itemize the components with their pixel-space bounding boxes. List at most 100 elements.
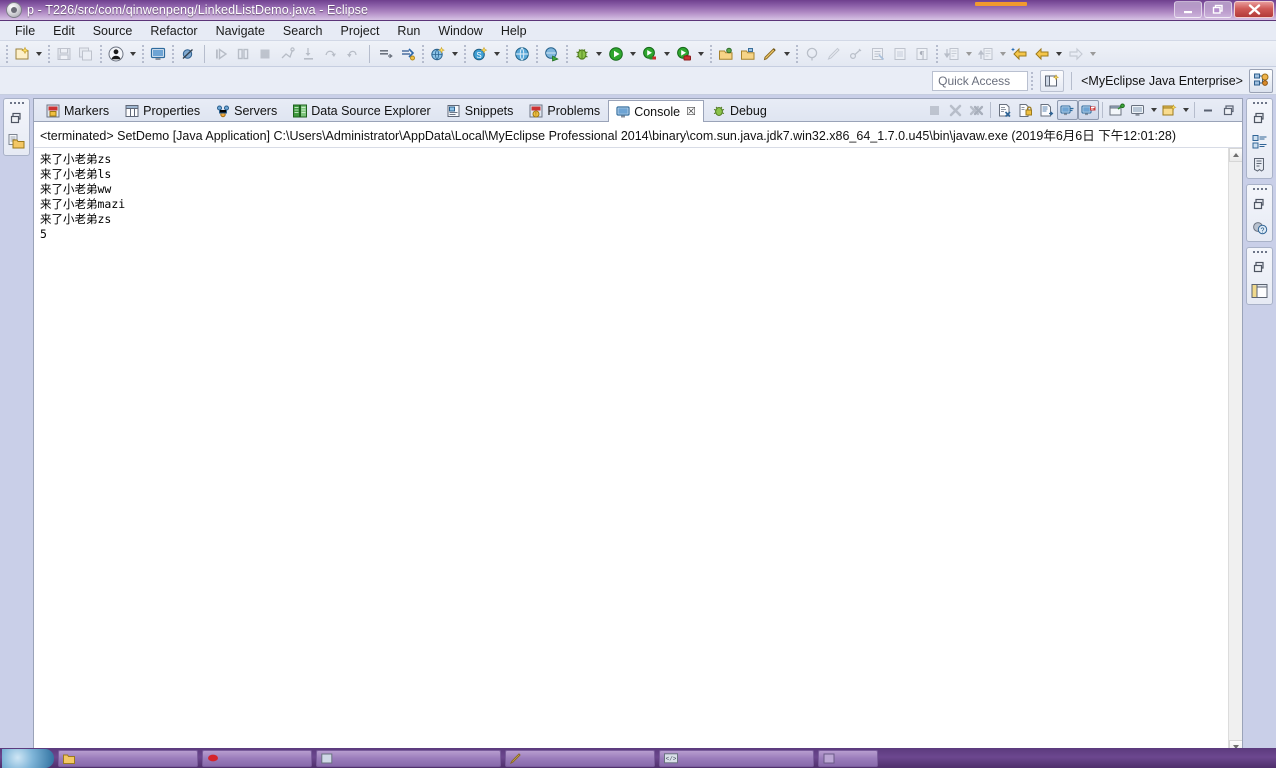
save-icon[interactable] bbox=[53, 43, 75, 65]
restore-view-icon[interactable] bbox=[1251, 196, 1268, 213]
skip-breakpoints-icon[interactable] bbox=[177, 43, 199, 65]
new-wizard-icon[interactable] bbox=[11, 43, 33, 65]
save-all-icon[interactable] bbox=[75, 43, 97, 65]
globe-icon[interactable] bbox=[511, 43, 533, 65]
taskbar-item[interactable]: </> bbox=[659, 749, 814, 767]
back-history-dropdown-arrow[interactable] bbox=[1053, 43, 1065, 65]
taskbar-item[interactable] bbox=[505, 749, 655, 767]
new-wizard-dropdown-arrow[interactable] bbox=[33, 43, 45, 65]
forward-dropdown-arrow[interactable] bbox=[1087, 43, 1099, 65]
perspective-label[interactable]: <MyEclipse Java Enterprise> bbox=[1075, 74, 1249, 88]
console-icon[interactable] bbox=[147, 43, 169, 65]
run-server-dropdown-arrow[interactable] bbox=[661, 43, 673, 65]
open-console-button[interactable] bbox=[1159, 100, 1180, 120]
pencil-search-dropdown-arrow[interactable] bbox=[781, 43, 793, 65]
globe-new-icon[interactable] bbox=[427, 43, 449, 65]
show-console-on-output-button[interactable] bbox=[1057, 100, 1078, 120]
open-task-icon[interactable] bbox=[737, 43, 759, 65]
tab-servers[interactable]: Servers bbox=[208, 100, 285, 121]
menu-window[interactable]: Window bbox=[429, 23, 491, 39]
pencil-search-icon[interactable] bbox=[759, 43, 781, 65]
debug-dropdown-arrow[interactable] bbox=[593, 43, 605, 65]
remove-launch-button[interactable] bbox=[945, 100, 966, 120]
trim-handle[interactable] bbox=[1252, 102, 1267, 104]
menu-search[interactable]: Search bbox=[274, 23, 332, 39]
palette-icon[interactable] bbox=[1251, 282, 1268, 299]
brush-icon[interactable] bbox=[823, 43, 845, 65]
remove-all-terminated-button[interactable] bbox=[966, 100, 987, 120]
trim-handle[interactable] bbox=[1252, 251, 1267, 253]
external-tools-icon[interactable] bbox=[845, 43, 867, 65]
open-console-dropdown-arrow[interactable] bbox=[1180, 100, 1191, 120]
tab-snippets[interactable]: Snippets bbox=[439, 100, 522, 121]
console-vertical-scrollbar[interactable] bbox=[1228, 148, 1242, 754]
minimize-button[interactable] bbox=[1198, 100, 1219, 120]
minimize-window-button[interactable] bbox=[1174, 1, 1202, 18]
restore-view-icon[interactable] bbox=[1251, 259, 1268, 276]
struts-dropdown-arrow[interactable] bbox=[491, 43, 503, 65]
struts-icon[interactable]: S bbox=[469, 43, 491, 65]
previous-annotation-icon[interactable] bbox=[975, 43, 997, 65]
word-wrap-button[interactable] bbox=[1036, 100, 1057, 120]
open-type-icon[interactable] bbox=[715, 43, 737, 65]
tab-properties[interactable]: Properties bbox=[117, 100, 208, 121]
open-perspective-icon[interactable] bbox=[1040, 69, 1065, 92]
menu-run[interactable]: Run bbox=[388, 23, 429, 39]
disconnect-icon[interactable] bbox=[276, 43, 298, 65]
whitespace-pilcrow-icon[interactable]: ¶ bbox=[911, 43, 933, 65]
profile-icon[interactable] bbox=[801, 43, 823, 65]
menu-edit[interactable]: Edit bbox=[44, 23, 84, 39]
display-selected-console-button[interactable] bbox=[1127, 100, 1148, 120]
mark-occurrences-icon[interactable] bbox=[867, 43, 889, 65]
run-toolkit-icon[interactable] bbox=[673, 43, 695, 65]
restore-view-icon[interactable] bbox=[1251, 110, 1268, 127]
task-list-icon[interactable] bbox=[1251, 156, 1268, 173]
myeclipse-java-enterprise-icon[interactable] bbox=[1249, 68, 1273, 93]
terminate-button[interactable] bbox=[924, 100, 945, 120]
run-toolkit-dropdown-arrow[interactable] bbox=[695, 43, 707, 65]
run-dropdown-arrow[interactable] bbox=[627, 43, 639, 65]
step-over-icon[interactable] bbox=[320, 43, 342, 65]
close-icon[interactable]: ☒ bbox=[686, 105, 696, 118]
clear-console-button[interactable] bbox=[994, 100, 1015, 120]
menu-help[interactable]: Help bbox=[492, 23, 536, 39]
back-arrow-icon[interactable] bbox=[1009, 43, 1031, 65]
tab-problems[interactable]: ! Problems bbox=[521, 100, 608, 121]
suspend-icon[interactable] bbox=[232, 43, 254, 65]
back-arrow-history-icon[interactable] bbox=[1031, 43, 1053, 65]
package-icon[interactable] bbox=[375, 43, 397, 65]
restore-view-icon[interactable] bbox=[8, 110, 25, 127]
tab-debug[interactable]: Debug bbox=[704, 100, 775, 121]
package-explorer-icon[interactable] bbox=[8, 133, 25, 150]
display-selected-console-dropdown-arrow[interactable] bbox=[1148, 100, 1159, 120]
user-dropdown-arrow[interactable] bbox=[127, 43, 139, 65]
pin-console-button[interactable] bbox=[1106, 100, 1127, 120]
quick-access-input[interactable]: Quick Access bbox=[932, 70, 1029, 91]
console-output[interactable]: 来了小老弟zs 来了小老弟ls 来了小老弟ww 来了小老弟mazi 来了小老弟z… bbox=[34, 148, 1242, 768]
maximize-button[interactable] bbox=[1219, 100, 1240, 120]
run-server-icon[interactable] bbox=[639, 43, 661, 65]
resume-icon[interactable] bbox=[210, 43, 232, 65]
start-button[interactable] bbox=[2, 748, 54, 768]
tab-markers[interactable]: Markers bbox=[38, 100, 117, 121]
debug-bug-icon[interactable] bbox=[571, 43, 593, 65]
step-return-icon[interactable] bbox=[342, 43, 364, 65]
taskbar-item[interactable] bbox=[202, 749, 312, 767]
block-selection-icon[interactable] bbox=[889, 43, 911, 65]
help-icon[interactable]: ? bbox=[1251, 219, 1268, 236]
scroll-up-button[interactable] bbox=[1229, 148, 1242, 162]
menu-file[interactable]: File bbox=[6, 23, 44, 39]
close-window-button[interactable] bbox=[1234, 1, 1274, 18]
next-annotation-dropdown-arrow[interactable] bbox=[963, 43, 975, 65]
trim-handle[interactable] bbox=[9, 102, 24, 104]
outline-icon[interactable] bbox=[1251, 133, 1268, 150]
taskbar-item[interactable] bbox=[316, 749, 501, 767]
run-green-icon[interactable] bbox=[605, 43, 627, 65]
trim-handle[interactable] bbox=[1252, 188, 1267, 190]
taskbar-item[interactable] bbox=[818, 749, 878, 767]
user-icon[interactable] bbox=[105, 43, 127, 65]
tab-data-source-explorer[interactable]: Data Source Explorer bbox=[285, 100, 439, 121]
globe-new-dropdown-arrow[interactable] bbox=[449, 43, 461, 65]
restore-window-button[interactable] bbox=[1204, 1, 1232, 18]
scroll-lock-button[interactable] bbox=[1015, 100, 1036, 120]
